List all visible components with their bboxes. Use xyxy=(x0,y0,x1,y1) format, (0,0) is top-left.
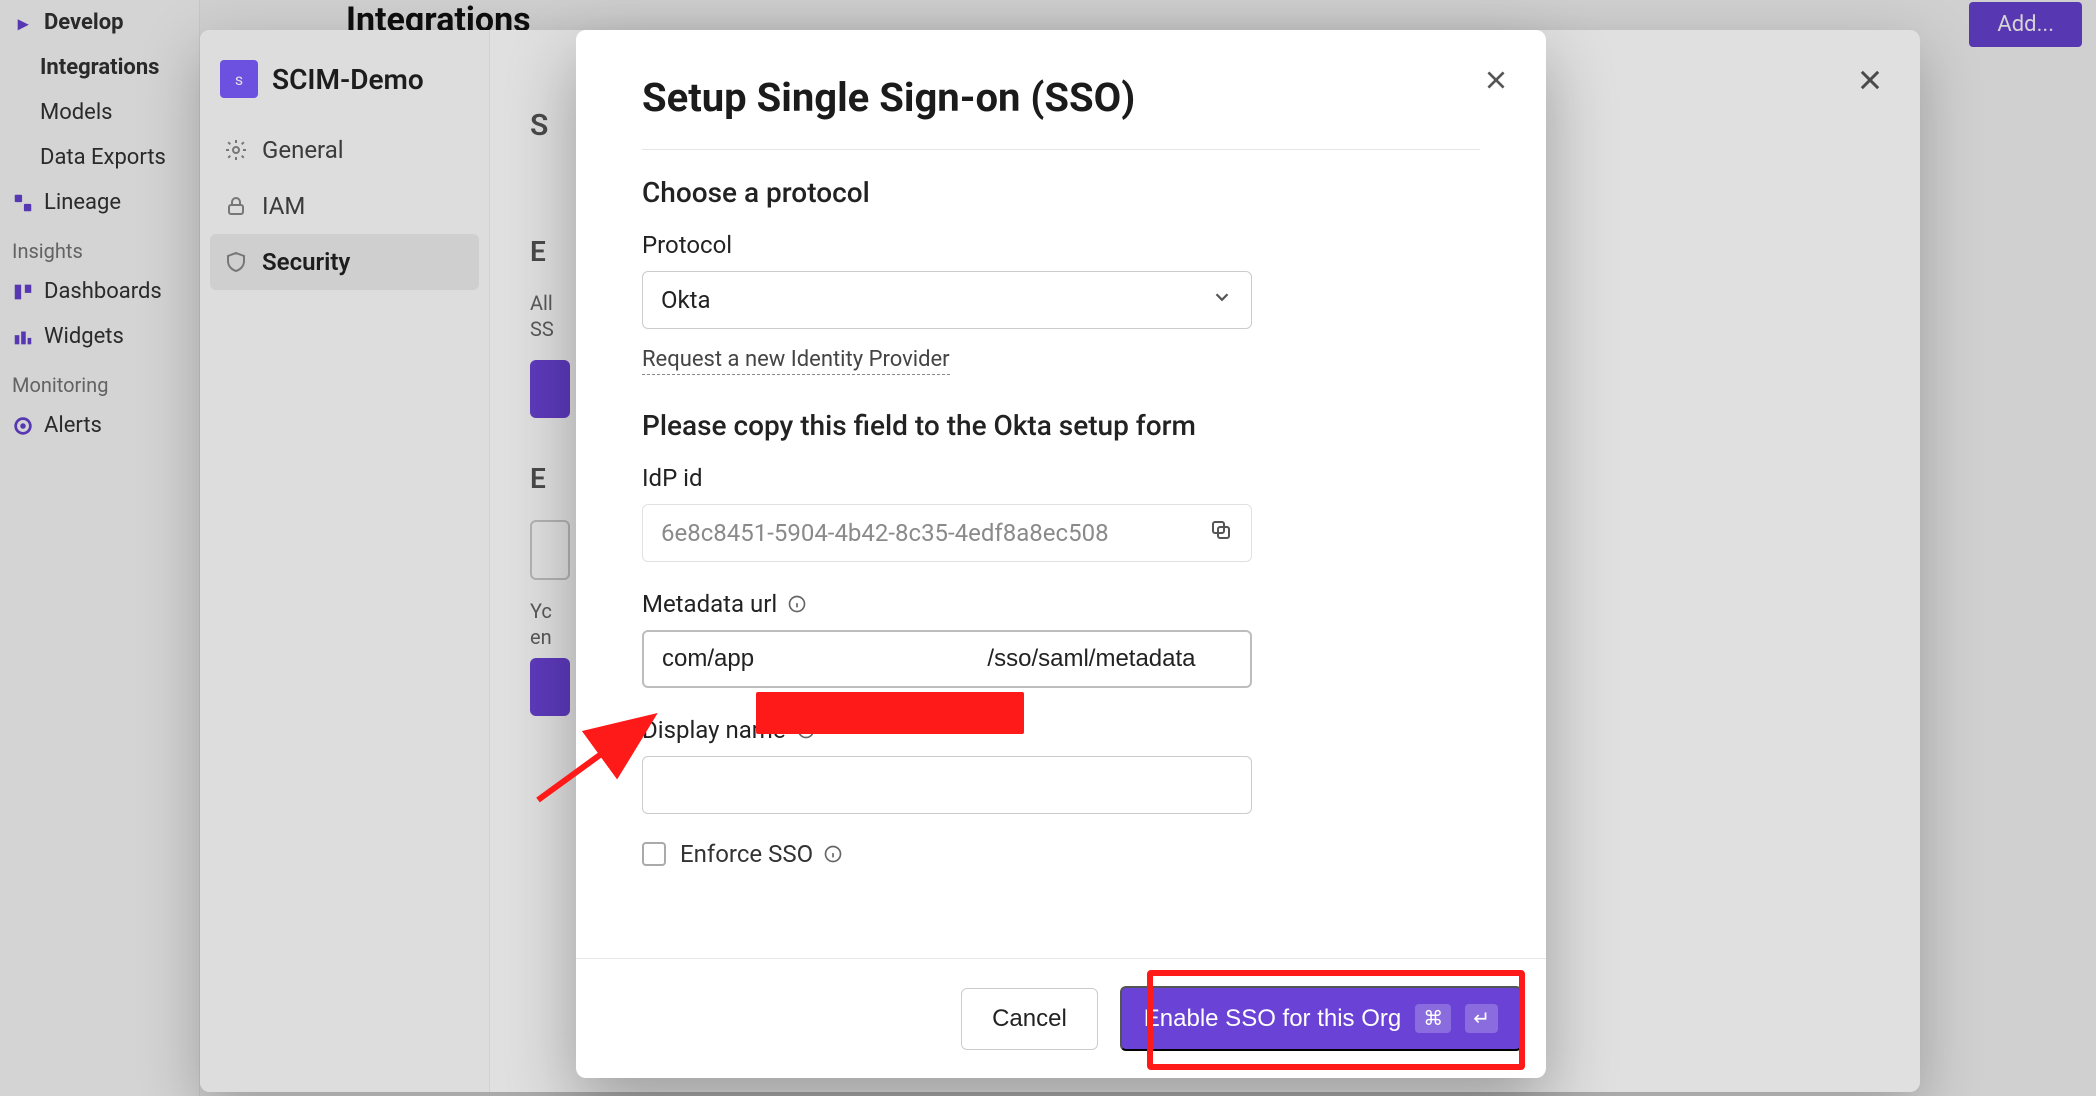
protocol-label: Protocol xyxy=(642,231,1480,259)
enforce-sso-checkbox[interactable] xyxy=(642,842,666,866)
modal-title: Setup Single Sign-on (SSO) xyxy=(642,68,1480,149)
protocol-select-value: Okta xyxy=(661,286,711,314)
kbd-enter: ↵ xyxy=(1465,1004,1498,1033)
copy-instruction-heading: Please copy this field to the Okta setup… xyxy=(642,409,1480,442)
metadata-url-input[interactable] xyxy=(642,630,1252,688)
sso-setup-modal: Setup Single Sign-on (SSO) Choose a prot… xyxy=(576,30,1546,1078)
enforce-sso-label: Enforce SSO xyxy=(680,840,843,868)
request-idp-link[interactable]: Request a new Identity Provider xyxy=(642,347,950,375)
info-icon[interactable] xyxy=(787,594,807,614)
metadata-url-label-text: Metadata url xyxy=(642,590,777,618)
info-icon[interactable] xyxy=(823,844,843,864)
enable-sso-button-label: Enable SSO for this Org xyxy=(1144,1005,1401,1033)
modal-footer: Cancel Enable SSO for this Org ⌘ ↵ xyxy=(576,958,1546,1078)
modal-close[interactable] xyxy=(1476,60,1516,100)
copy-icon[interactable] xyxy=(1209,518,1233,548)
protocol-select[interactable]: Okta xyxy=(642,271,1252,329)
cancel-button[interactable]: Cancel xyxy=(961,988,1098,1050)
display-name-input[interactable] xyxy=(642,756,1252,814)
enforce-sso-label-text: Enforce SSO xyxy=(680,840,813,868)
choose-protocol-heading: Choose a protocol xyxy=(642,176,1480,209)
chevron-down-icon xyxy=(1211,286,1233,314)
idp-id-label: IdP id xyxy=(642,464,1480,492)
divider xyxy=(642,149,1480,150)
enable-sso-button[interactable]: Enable SSO for this Org ⌘ ↵ xyxy=(1120,986,1522,1051)
idp-id-field: 6e8c8451-5904-4b42-8c35-4edf8a8ec508 xyxy=(642,504,1252,562)
cancel-button-label: Cancel xyxy=(992,1005,1067,1032)
redaction-bar xyxy=(756,692,1024,734)
metadata-url-label: Metadata url xyxy=(642,590,1480,618)
idp-id-value: 6e8c8451-5904-4b42-8c35-4edf8a8ec508 xyxy=(661,519,1109,547)
kbd-cmd: ⌘ xyxy=(1415,1004,1451,1033)
